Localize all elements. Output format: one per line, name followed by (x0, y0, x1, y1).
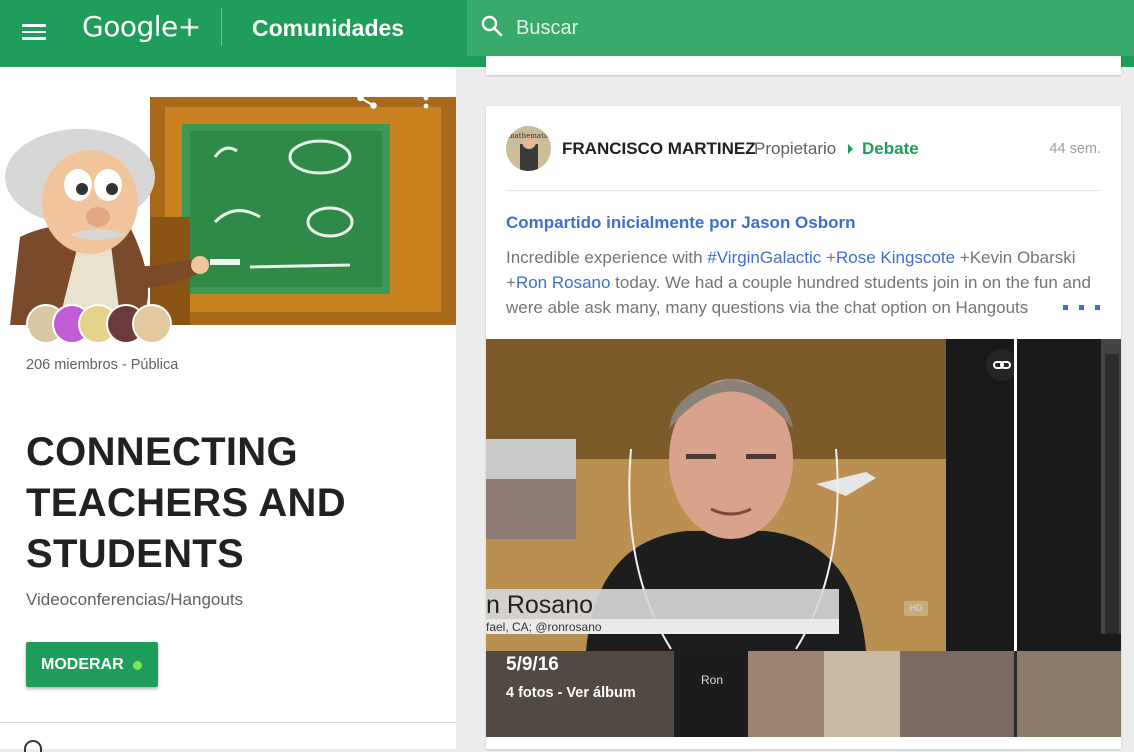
moderate-button[interactable]: MODERAR (26, 642, 158, 687)
view-album-link[interactable]: 4 fotos - Ver álbum (506, 685, 636, 701)
more-vert-icon[interactable] (418, 85, 434, 111)
community-panel: 206 miembros - Pública CONNECTING TEACHE… (0, 67, 456, 752)
hashtag-link[interactable]: #VirginGalactic (707, 248, 821, 267)
panel-divider (0, 722, 456, 723)
search-input[interactable] (516, 14, 1076, 42)
mention-link[interactable]: Rose Kingscote (836, 248, 955, 267)
section-title: Comunidades (252, 15, 405, 41)
read-more-icon[interactable] (1042, 302, 1102, 316)
community-cover-image (0, 67, 456, 325)
community-title: CONNECTING TEACHERS AND STUDENTS (26, 430, 346, 576)
arrow-right-icon (848, 144, 853, 154)
link-icon[interactable] (986, 349, 1014, 381)
shared-by-link[interactable]: Compartido inicialmente por Jason Osborn (506, 213, 856, 233)
post-text-segment: + (821, 248, 836, 267)
header-divider (221, 8, 222, 46)
hd-badge: HD (904, 601, 928, 616)
notification-dot (133, 661, 142, 670)
post-text-segment: Incredible experience with (506, 248, 708, 267)
post-header-divider (506, 190, 1101, 191)
video-caption-sub: fael, CA; @ronrosano (486, 620, 602, 634)
search-icon[interactable] (480, 14, 504, 38)
post-video-thumbnail[interactable]: n Rosano fael, CA; @ronrosano HD (486, 339, 1014, 651)
avatar[interactable] (132, 304, 172, 344)
location-icon (24, 740, 42, 752)
secondary-photo-thumbnail[interactable] (1017, 339, 1121, 651)
cover-illustration (0, 67, 456, 325)
moderate-label: MODERAR (41, 656, 124, 673)
community-category: Videoconferencias/Hangouts (26, 590, 244, 609)
member-count[interactable]: 206 miembros - Pública (26, 357, 178, 373)
post-topic[interactable]: Debate (862, 139, 919, 159)
photo-album-strip[interactable]: 5/9/16 4 fotos - Ver álbum Ron (486, 651, 1121, 737)
google-plus-logo[interactable]: Google+ (82, 10, 201, 43)
post-body: Incredible experience with #VirginGalact… (506, 245, 1091, 320)
svg-text:mathematic: mathematic (508, 132, 550, 140)
post-card: mathematic FRANCISCO MARTINEZ Propietari… (486, 106, 1121, 749)
previous-post-card (486, 56, 1121, 75)
author-avatar[interactable]: mathematic (506, 126, 551, 171)
album-date: 5/9/16 (506, 654, 559, 675)
menu-icon[interactable] (22, 20, 48, 40)
share-icon[interactable] (354, 85, 380, 111)
author-role: Propietario (754, 139, 837, 158)
thumbnail-label: Ron (701, 673, 724, 687)
post-timestamp[interactable]: 44 sem. (1049, 141, 1101, 157)
mention-link[interactable]: Ron Rosano (516, 273, 611, 292)
post-author[interactable]: FRANCISCO MARTINEZ (562, 139, 756, 159)
video-caption-name: n Rosano (486, 591, 594, 619)
